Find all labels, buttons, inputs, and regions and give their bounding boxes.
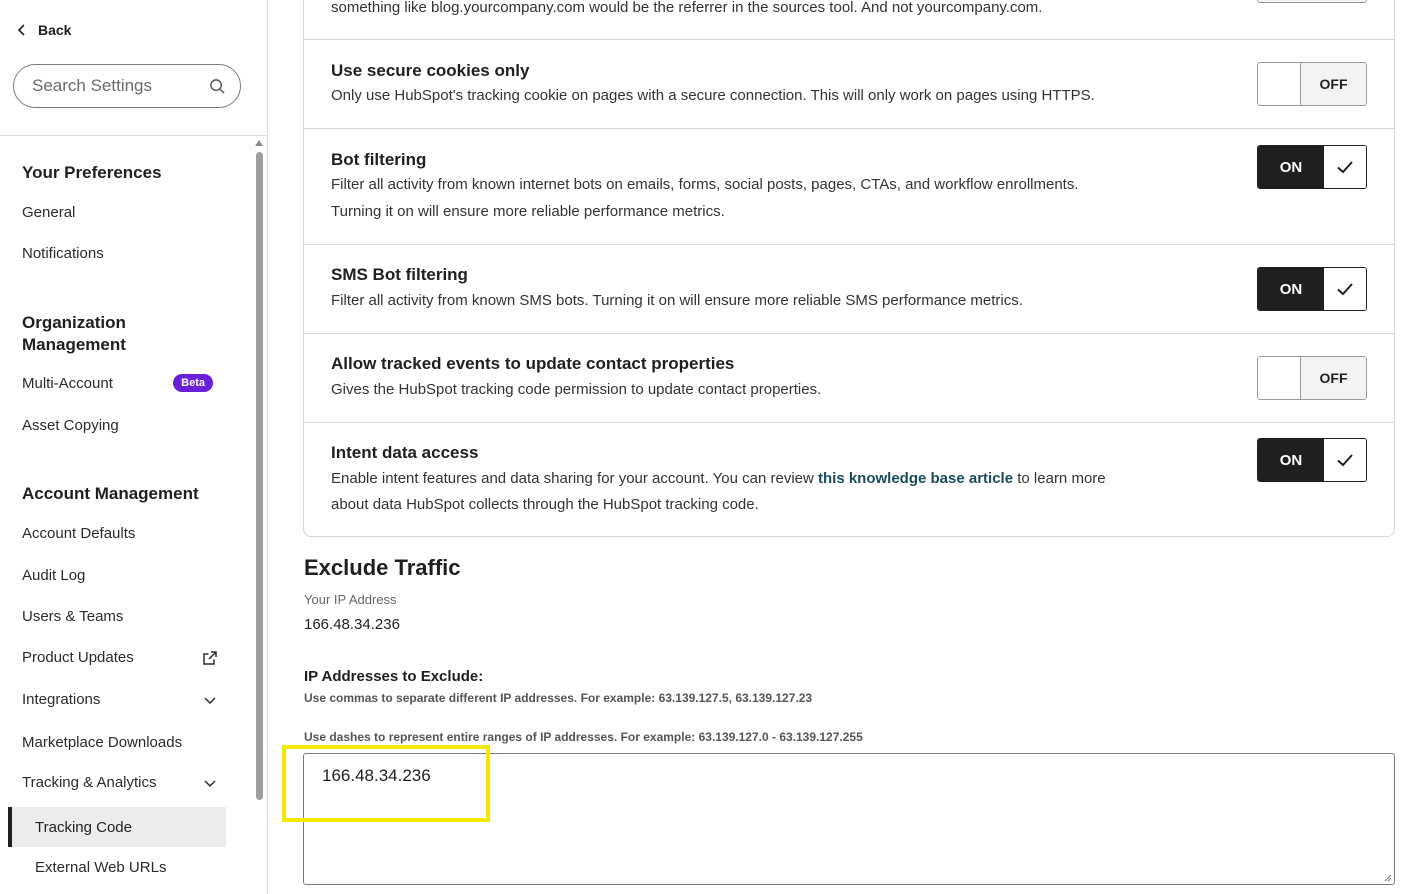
section-title-organization-management: Organization Management — [22, 313, 126, 354]
setting-description: something like blog.yourcompany.com woul… — [331, 0, 1043, 16]
sidebar-item-account-defaults[interactable]: Account Defaults — [22, 524, 135, 544]
checkmark-icon — [1337, 454, 1353, 467]
back-button[interactable]: Back — [16, 22, 71, 38]
back-label: Back — [38, 22, 72, 38]
exclude-traffic-title: Exclude Traffic — [304, 555, 461, 580]
setting-title: Bot filtering — [331, 150, 427, 169]
sidebar-item-label: Integrations — [22, 691, 101, 708]
search-input[interactable] — [32, 76, 209, 96]
setting-description-line2: about data HubSpot collects through the … — [331, 496, 759, 513]
setting-row-tracked-events: Allow tracked events to update contact p… — [304, 334, 1394, 423]
checkmark-icon — [1337, 161, 1353, 174]
settings-nav: Your Preferences General Notifications O… — [0, 136, 252, 894]
knowledge-base-link[interactable]: this knowledge base article — [818, 470, 1013, 487]
bot-filtering-toggle[interactable]: ON — [1257, 145, 1367, 189]
resize-grip-icon[interactable] — [1383, 873, 1392, 882]
search-settings — [13, 64, 241, 108]
secure-cookies-toggle[interactable]: OFF — [1257, 62, 1367, 106]
setting-row-secure-cookies: Use secure cookies only Only use HubSpot… — [304, 40, 1394, 129]
toggle-label: ON — [1258, 146, 1324, 188]
setting-row-sms-bot-filtering: SMS Bot filtering Filter all activity fr… — [304, 245, 1394, 334]
exclude-ips-label: IP Addresses to Exclude: — [304, 668, 484, 685]
chevron-left-icon — [17, 24, 25, 36]
your-ip-label: Your IP Address — [304, 592, 397, 607]
help-text-commas: Use commas to separate different IP addr… — [304, 691, 813, 705]
setting-description: Enable intent features and data sharing … — [331, 466, 1211, 492]
tracked-events-toggle[interactable]: OFF — [1257, 356, 1367, 400]
intent-data-toggle[interactable]: ON — [1257, 438, 1367, 482]
external-link-icon — [203, 650, 217, 665]
scroll-thumb[interactable] — [256, 152, 263, 800]
toggle-label: OFF — [1301, 357, 1366, 399]
sidebar-item-asset-copying[interactable]: Asset Copying — [22, 416, 119, 436]
settings-sidebar: Back Your Preferences General Notificati… — [0, 0, 268, 894]
setting-description: Filter all activity from known SMS bots.… — [331, 292, 1023, 309]
sidebar-item-product-updates[interactable]: Product Updates — [22, 649, 218, 666]
toggle-partial[interactable] — [1257, 0, 1367, 3]
toggle-label: ON — [1258, 268, 1324, 310]
beta-badge: Beta — [173, 374, 213, 392]
sidebar-scrollbar[interactable] — [253, 138, 265, 894]
sidebar-item-tracking-code[interactable]: Tracking Code — [8, 807, 226, 847]
exclude-ips-textarea[interactable]: 166.48.34.236 — [303, 753, 1395, 885]
setting-title: Allow tracked events to update contact p… — [331, 354, 735, 373]
sms-bot-filtering-toggle[interactable]: ON — [1257, 267, 1367, 311]
sidebar-item-tracking-analytics[interactable]: Tracking & Analytics — [22, 774, 218, 791]
setting-title: Use secure cookies only — [331, 61, 530, 80]
scroll-up-arrow-icon[interactable] — [255, 140, 263, 146]
sidebar-item-label: Multi-Account — [22, 374, 113, 392]
sidebar-item-label: Tracking & Analytics — [22, 774, 157, 791]
toggle-knob — [1324, 268, 1366, 310]
toggle-knob — [1324, 146, 1366, 188]
setting-title: Intent data access — [331, 443, 479, 462]
sidebar-item-multi-account[interactable]: Multi-Account Beta — [22, 374, 213, 392]
setting-row-referrer: something like blog.yourcompany.com woul… — [304, 0, 1394, 40]
tracking-settings-card: something like blog.yourcompany.com woul… — [303, 0, 1395, 537]
setting-description-line2: Turning it on will ensure more reliable … — [331, 203, 725, 220]
toggle-knob — [1324, 439, 1366, 481]
toggle-label: OFF — [1301, 63, 1366, 105]
checkmark-icon — [1337, 283, 1353, 296]
sidebar-item-label: Product Updates — [22, 649, 134, 666]
setting-description: Only use HubSpot's tracking cookie on pa… — [331, 87, 1095, 104]
setting-row-intent-data: Intent data access Enable intent feature… — [304, 423, 1394, 536]
help-text-dashes: Use dashes to represent entire ranges of… — [304, 730, 863, 744]
your-ip-value: 166.48.34.236 — [304, 616, 400, 633]
description-text: Enable intent features and data sharing … — [331, 470, 818, 487]
setting-description: Gives the HubSpot tracking code permissi… — [331, 381, 822, 398]
setting-row-bot-filtering: Bot filtering Filter all activity from k… — [304, 129, 1394, 245]
section-title-your-preferences: Your Preferences — [22, 163, 162, 182]
sidebar-item-marketplace-downloads[interactable]: Marketplace Downloads — [22, 733, 182, 753]
toggle-knob — [1258, 357, 1301, 399]
sidebar-item-external-web-urls[interactable]: External Web URLs — [35, 858, 166, 878]
chevron-down-icon — [204, 779, 216, 787]
search-icon[interactable] — [209, 78, 226, 95]
chevron-down-icon — [204, 696, 216, 704]
toggle-label: ON — [1258, 439, 1324, 481]
sidebar-item-general[interactable]: General — [22, 203, 75, 223]
setting-title: SMS Bot filtering — [331, 265, 468, 284]
sidebar-item-integrations[interactable]: Integrations — [22, 691, 218, 708]
toggle-knob — [1258, 63, 1301, 105]
sidebar-item-audit-log[interactable]: Audit Log — [22, 566, 85, 586]
sidebar-item-users-teams[interactable]: Users & Teams — [22, 607, 123, 627]
sidebar-item-notifications[interactable]: Notifications — [22, 244, 104, 264]
description-text: to learn more — [1013, 470, 1106, 487]
setting-description: Filter all activity from known internet … — [331, 176, 1079, 193]
section-title-account-management: Account Management — [22, 484, 199, 503]
